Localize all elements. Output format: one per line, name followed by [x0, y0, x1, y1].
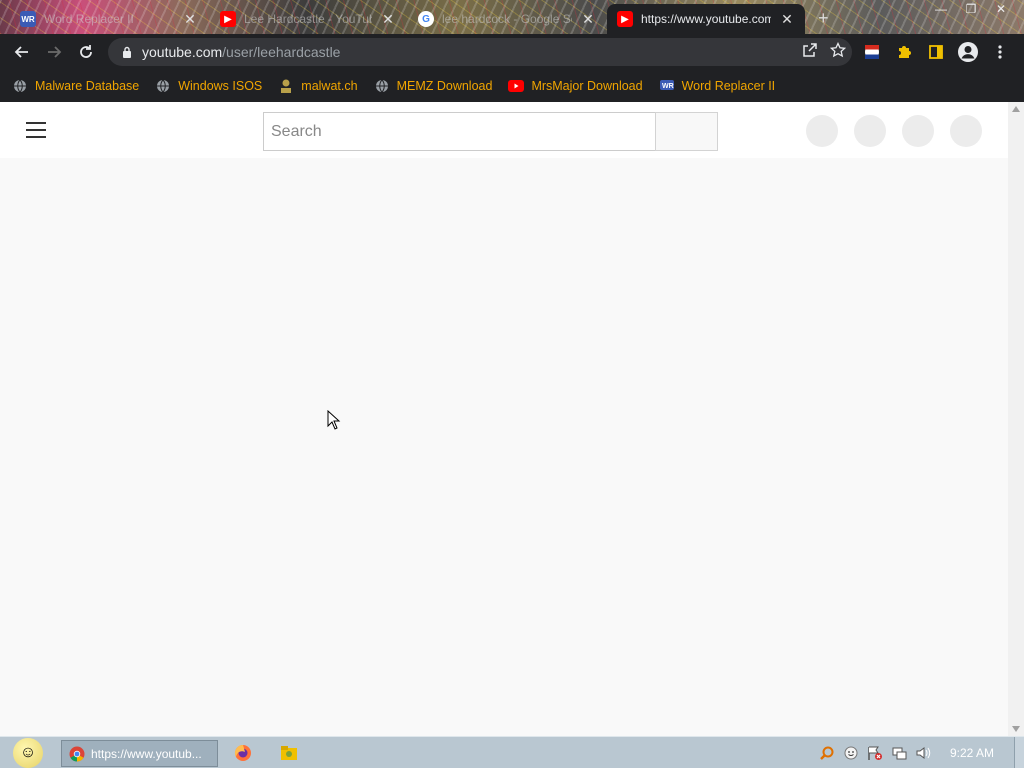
back-arrow-icon: [14, 46, 28, 58]
hamburger-menu-icon[interactable]: [26, 122, 46, 138]
youtube-icon: ▶: [220, 11, 236, 27]
back-button[interactable]: [6, 36, 38, 68]
search-button[interactable]: [655, 112, 718, 151]
toolbar-right: [860, 36, 1012, 68]
youtube-icon: [508, 78, 525, 94]
tab-word-replacer[interactable]: WR Word Replacer II ✕: [10, 4, 208, 34]
word-replacer-icon: WR: [20, 11, 36, 27]
taskbar: ☺ https://www.youtub... 9:22 AM: [0, 736, 1024, 768]
word-replacer-icon: WR: [659, 78, 675, 94]
bookmark-label: MEMZ Download: [396, 79, 493, 93]
tab-google-search[interactable]: G lee hardcock - Google Se ✕: [408, 4, 606, 34]
bookmark-mrsmajor-download[interactable]: MrsMajor Download: [508, 78, 643, 94]
start-button[interactable]: ☺: [10, 737, 46, 768]
globe-icon: [374, 78, 390, 94]
bookmark-label: malwat.ch: [301, 79, 358, 93]
search-input[interactable]: [263, 112, 655, 151]
mouse-cursor-icon: [327, 410, 341, 430]
start-orb-icon: ☺: [13, 738, 43, 768]
header-placeholder-icons: [806, 115, 982, 147]
search-tray-icon[interactable]: [818, 744, 836, 762]
tab-title: Lee Hardcastle - YouTube: [244, 12, 372, 26]
tab-title: Word Replacer II: [44, 12, 134, 26]
forward-button[interactable]: [38, 36, 70, 68]
bookmark-label: Word Replacer II: [681, 79, 776, 93]
globe-icon: [155, 78, 171, 94]
action-center-flag-icon[interactable]: [866, 744, 884, 762]
forward-arrow-icon: [48, 46, 62, 58]
taskbar-chrome-window[interactable]: https://www.youtub...: [61, 740, 218, 767]
side-panel-icon[interactable]: [924, 40, 948, 64]
new-tab-button[interactable]: +: [818, 8, 829, 29]
close-icon[interactable]: ✕: [779, 11, 795, 28]
google-icon: G: [418, 11, 434, 27]
menu-kebab-icon[interactable]: [988, 40, 1012, 64]
tab-title: lee hardcock - Google Se: [442, 12, 572, 26]
close-icon[interactable]: ✕: [380, 11, 396, 28]
tab-lee-hardcastle-youtube[interactable]: ▶ Lee Hardcastle - YouTube ✕: [210, 4, 406, 34]
taskbar-clock[interactable]: 9:22 AM: [950, 746, 994, 760]
lock-icon[interactable]: [118, 46, 136, 58]
flag-extension-icon[interactable]: [860, 40, 884, 64]
show-desktop-button[interactable]: [1014, 737, 1024, 768]
tab-strip: WR Word Replacer II ✕ ▶ Lee Hardcastle -…: [0, 0, 1024, 34]
tab-title: https://www.youtube.com: [641, 12, 771, 26]
file-explorer-icon[interactable]: [280, 744, 298, 762]
bookmark-label: MrsMajor Download: [531, 79, 643, 93]
placeholder-circle-icon: [854, 115, 886, 147]
extensions-puzzle-icon[interactable]: [892, 40, 916, 64]
close-icon[interactable]: ✕: [580, 11, 596, 28]
bookmark-memz-download[interactable]: MEMZ Download: [374, 78, 493, 94]
minimize-icon[interactable]: —: [926, 0, 956, 18]
scroll-down-icon[interactable]: [1012, 726, 1020, 732]
tab-youtube-active[interactable]: ▶ https://www.youtube.com ✕: [607, 4, 805, 34]
reload-icon: [80, 45, 92, 58]
profile-avatar-icon[interactable]: [956, 40, 980, 64]
bookmark-star-icon[interactable]: [829, 41, 847, 63]
bookmark-windows-isos[interactable]: Windows ISOS: [155, 78, 262, 94]
url-path: /user/leehardcastle: [222, 44, 341, 60]
window-controls: — ❐ ✕: [926, 0, 1016, 18]
network-icon[interactable]: [890, 744, 908, 762]
emoji-tray-icon[interactable]: [842, 744, 860, 762]
bookmark-malwatch[interactable]: malwat.ch: [278, 78, 358, 94]
page-content: [0, 102, 1008, 736]
address-bar[interactable]: youtube.com/user/leehardcastle: [108, 38, 852, 66]
bookmark-malware-database[interactable]: Malware Database: [12, 78, 139, 94]
firefox-icon[interactable]: [234, 744, 252, 762]
taskbar-window-label: https://www.youtub...: [91, 746, 202, 761]
close-window-icon[interactable]: ✕: [986, 0, 1016, 18]
globe-icon: [12, 78, 28, 94]
svg-text:WR: WR: [662, 83, 674, 90]
bookmarks-bar: Malware Database Windows ISOS malwat.ch …: [0, 70, 1024, 102]
scroll-up-icon[interactable]: [1012, 106, 1020, 112]
share-icon[interactable]: [802, 42, 818, 63]
reload-button[interactable]: [70, 36, 102, 68]
chrome-icon: [69, 746, 85, 762]
youtube-header: [0, 102, 1008, 158]
bookmark-label: Windows ISOS: [178, 79, 263, 93]
youtube-icon: ▶: [617, 11, 633, 27]
bookmark-label: Malware Database: [35, 79, 140, 93]
system-tray: [818, 744, 932, 762]
close-icon[interactable]: ✕: [182, 11, 198, 28]
restore-icon[interactable]: ❐: [956, 0, 986, 18]
bookmark-word-replacer[interactable]: WR Word Replacer II: [659, 78, 776, 94]
placeholder-circle-icon: [902, 115, 934, 147]
malwatch-icon: [278, 78, 294, 94]
page-scrollbar[interactable]: [1008, 102, 1024, 736]
placeholder-circle-icon: [806, 115, 838, 147]
browser-toolbar: youtube.com/user/leehardcastle: [0, 34, 1024, 70]
url-host: youtube.com: [142, 44, 223, 60]
volume-icon[interactable]: [914, 744, 932, 762]
placeholder-circle-icon: [950, 115, 982, 147]
url-text: youtube.com/user/leehardcastle: [142, 44, 340, 60]
